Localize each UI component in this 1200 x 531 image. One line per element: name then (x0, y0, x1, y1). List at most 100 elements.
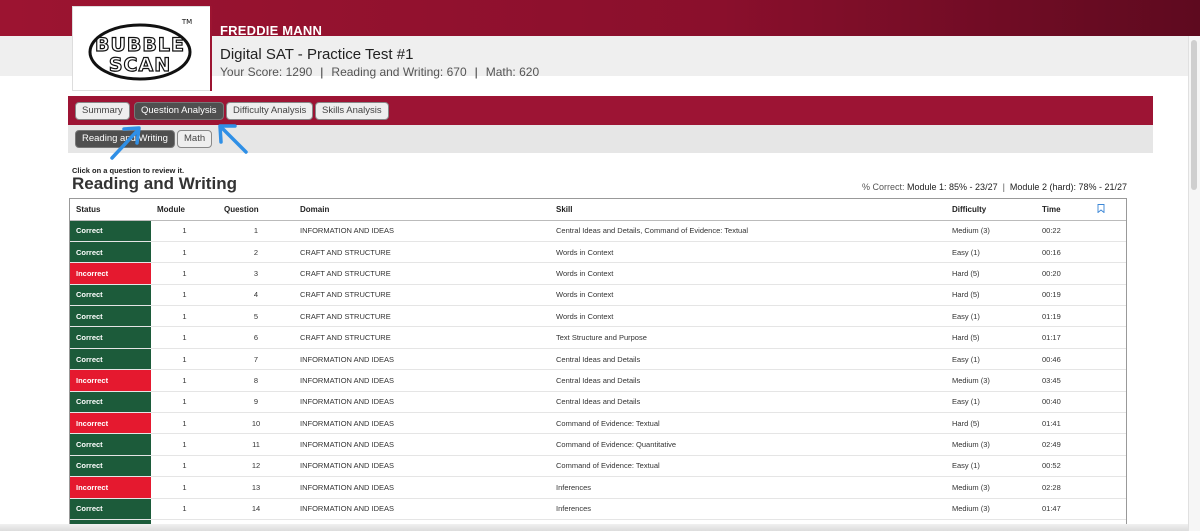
cell-module: 1 (151, 348, 218, 371)
cell-module: 1 (151, 220, 218, 242)
cell-status: Correct (70, 348, 151, 371)
cell-domain: INFORMATION AND IDEAS (294, 369, 550, 392)
cell-question: 6 (218, 326, 294, 349)
table-row[interactable]: Correct 1 2 CRAFT AND STRUCTURE Words in Con… (70, 241, 1126, 264)
score-separator: | (320, 65, 324, 79)
cell-domain: INFORMATION AND IDEAS (294, 455, 550, 478)
table-row[interactable]: Incorrect 1 10 INFORMATION AND IDEAS Command… (70, 412, 1126, 435)
scrollbar-thumb[interactable] (1191, 40, 1197, 190)
cell-bookmark[interactable] (1091, 391, 1126, 414)
page-bottom-edge (0, 524, 1200, 531)
cell-status: Incorrect (70, 369, 151, 392)
table-row[interactable]: Correct 1 6 CRAFT AND STRUCTURE Text Structu… (70, 326, 1126, 349)
cell-bookmark[interactable] (1091, 433, 1126, 456)
logo-divider (210, 6, 212, 91)
cell-module: 1 (151, 284, 218, 307)
cell-bookmark[interactable] (1091, 326, 1126, 349)
cell-domain: INFORMATION AND IDEAS (294, 498, 550, 520)
cell-question: 8 (218, 369, 294, 392)
cell-question: 12 (218, 455, 294, 478)
cell-question: 4 (218, 284, 294, 307)
cell-status: Correct (70, 305, 151, 328)
cell-domain: CRAFT AND STRUCTURE (294, 241, 550, 264)
student-name: FREDDIE MANN (220, 23, 323, 38)
cell-bookmark[interactable] (1091, 455, 1126, 478)
col-module[interactable]: Module (151, 199, 218, 221)
table-row[interactable]: Correct 1 4 CRAFT AND STRUCTURE Words in Con… (70, 284, 1126, 307)
table-row[interactable]: Correct 1 14 INFORMATION AND IDEAS Inference… (70, 498, 1126, 520)
col-domain[interactable]: Domain (294, 199, 550, 221)
cell-time: 01:17 (1036, 326, 1091, 349)
logo-text-line1: BUBBLE (95, 34, 185, 56)
col-skill[interactable]: Skill (550, 199, 946, 221)
score-line: Your Score: 1290 | Reading and Writing: 67… (220, 65, 539, 79)
table-row[interactable]: Incorrect 1 13 INFORMATION AND IDEAS Inferen… (70, 476, 1126, 499)
cell-domain: INFORMATION AND IDEAS (294, 412, 550, 435)
cell-status: Correct (70, 241, 151, 264)
cell-status: Correct (70, 498, 151, 520)
col-difficulty[interactable]: Difficulty (946, 199, 1036, 221)
percent-separator: | (1002, 182, 1005, 192)
cell-difficulty: Easy (1) (946, 348, 1036, 371)
cell-skill: Words in Context (550, 305, 946, 328)
tab-skills-analysis[interactable]: Skills Analysis (315, 102, 389, 120)
bookmark-icon[interactable] (1091, 199, 1126, 221)
cell-skill: Words in Context (550, 262, 946, 285)
table-row[interactable]: Correct 1 9 INFORMATION AND IDEAS Central Id… (70, 391, 1126, 414)
cell-module: 1 (151, 455, 218, 478)
table-row[interactable]: Incorrect 1 8 INFORMATION AND IDEAS Central … (70, 369, 1126, 392)
cell-time: 00:19 (1036, 284, 1091, 307)
cell-module: 1 (151, 262, 218, 285)
cell-status: Correct (70, 326, 151, 349)
cell-status: Incorrect (70, 412, 151, 435)
cell-difficulty: Easy (1) (946, 305, 1036, 328)
cell-status: Correct (70, 284, 151, 307)
cell-bookmark[interactable] (1091, 284, 1126, 307)
cell-question: 13 (218, 476, 294, 499)
total-score: Your Score: 1290 (220, 65, 313, 79)
cell-bookmark[interactable] (1091, 262, 1126, 285)
cell-module: 1 (151, 433, 218, 456)
table-row[interactable]: Correct 1 11 INFORMATION AND IDEAS Command o… (70, 433, 1126, 456)
cell-question: 2 (218, 241, 294, 264)
cell-question: 1 (218, 220, 294, 242)
table-row[interactable]: Correct 1 7 INFORMATION AND IDEAS Central Id… (70, 348, 1126, 371)
cell-module: 1 (151, 305, 218, 328)
cell-time: 00:40 (1036, 391, 1091, 414)
cell-bookmark[interactable] (1091, 412, 1126, 435)
cell-difficulty: Easy (1) (946, 241, 1036, 264)
cell-status: Incorrect (70, 262, 151, 285)
col-time[interactable]: Time (1036, 199, 1091, 221)
cell-bookmark[interactable] (1091, 305, 1126, 328)
cell-question: 5 (218, 305, 294, 328)
table-row[interactable]: Correct 1 5 CRAFT AND STRUCTURE Words in Con… (70, 305, 1126, 328)
col-question[interactable]: Question (218, 199, 294, 221)
cell-bookmark[interactable] (1091, 476, 1126, 499)
col-status[interactable]: Status (70, 199, 151, 221)
cell-question: 11 (218, 433, 294, 456)
cell-difficulty: Medium (3) (946, 433, 1036, 456)
math-score: Math: 620 (485, 65, 540, 79)
cell-skill: Inferences (550, 476, 946, 499)
table-row[interactable]: Correct 1 1 INFORMATION AND IDEAS Central Id… (70, 220, 1126, 242)
cell-time: 00:46 (1036, 348, 1091, 371)
cell-bookmark[interactable] (1091, 369, 1126, 392)
table-row[interactable]: Incorrect 1 3 CRAFT AND STRUCTURE Words in C… (70, 262, 1126, 285)
cell-skill: Command of Evidence: Textual (550, 412, 946, 435)
logo-text-line2: SCAN (109, 54, 171, 76)
bubblescan-logo: BUBBLE SCAN TM (72, 6, 211, 91)
module1-percent: Module 1: 85% - 23/27 (907, 182, 998, 192)
score-separator: | (474, 65, 478, 79)
table-row[interactable]: Correct 1 12 INFORMATION AND IDEAS Command o… (70, 455, 1126, 478)
cell-bookmark[interactable] (1091, 241, 1126, 264)
cell-module: 1 (151, 498, 218, 520)
report-page: BUBBLE SCAN TM FREDDIE MANN Digital SAT … (0, 0, 1200, 531)
cell-question: 14 (218, 498, 294, 520)
cell-bookmark[interactable] (1091, 220, 1126, 242)
cell-bookmark[interactable] (1091, 498, 1126, 520)
percent-correct-label: % Correct: (861, 182, 905, 192)
arrow-up-left-icon (220, 126, 248, 154)
cell-skill: Central Ideas and Details (550, 369, 946, 392)
cell-difficulty: Hard (5) (946, 326, 1036, 349)
cell-bookmark[interactable] (1091, 348, 1126, 371)
